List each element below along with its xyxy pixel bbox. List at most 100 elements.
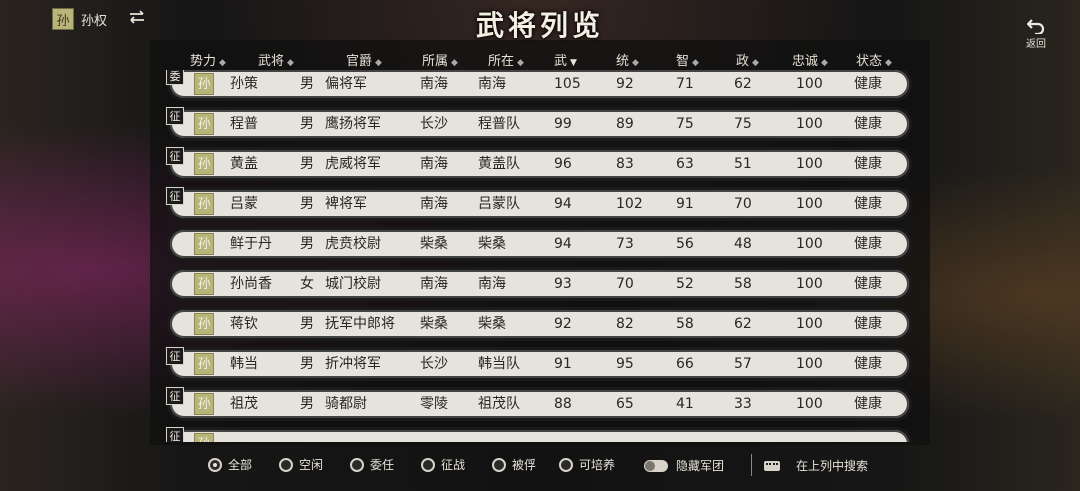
- table-row[interactable]: 孙蒋钦 男抚军中郎将 柴桑 柴桑 92 82 58 62 100 健康: [170, 310, 909, 338]
- col-tong[interactable]: 统 ◆: [616, 50, 639, 69]
- cell-belong: 长沙: [420, 116, 448, 132]
- cell-zheng: 57: [734, 356, 752, 372]
- hide-corps-toggle[interactable]: 隐藏军团: [644, 457, 724, 474]
- col-wu[interactable]: 武 ▼: [554, 50, 577, 69]
- cell-wu: 94: [554, 236, 572, 252]
- sort-icon: ◆: [821, 58, 828, 68]
- table-row[interactable]: 孙: [170, 430, 909, 442]
- toggle-switch-icon: [644, 459, 668, 472]
- col-name[interactable]: 武将 ◆: [258, 50, 294, 69]
- cell-wu: 92: [554, 316, 572, 332]
- cell-belong: 长沙: [420, 356, 448, 372]
- table-row[interactable]: 孙程普 男鹰扬将军 长沙 程普队 99 89 75 75 100 健康: [170, 110, 909, 138]
- row-tag-badge: 征: [166, 387, 184, 405]
- cell-loyalty: 100: [796, 196, 823, 212]
- table-header: 势力 ◆ 武将 ◆ 官爵 ◆ 所属 ◆ 所在 ◆ 武 ▼ 统 ◆ 智 ◆ 政 ◆ 忠诚 ◆ 状态 ◆: [170, 50, 910, 69]
- cell-wu: 105: [554, 76, 581, 92]
- faction-icon: 孙: [194, 153, 214, 175]
- cell-status: 健康: [854, 396, 882, 412]
- cell-zheng: 33: [734, 396, 752, 412]
- cell-name: 祖茂: [230, 396, 258, 412]
- sort-icon: ◆: [692, 58, 699, 68]
- cell-tong: 73: [616, 236, 634, 252]
- radio-icon: [421, 457, 435, 472]
- cell-loyalty: 100: [796, 116, 823, 132]
- filter-captured[interactable]: 被俘: [492, 456, 536, 473]
- cell-name: 韩当: [230, 356, 258, 372]
- table-row[interactable]: 孙韩当 男折冲将军 长沙 韩当队 91 95 66 57 100 健康: [170, 350, 909, 378]
- row-tag-badge: 委: [166, 70, 184, 85]
- cell-rank: 虎威将军: [325, 156, 381, 172]
- cell-wu: 93: [554, 276, 572, 292]
- filter-trainable[interactable]: 可培养: [559, 456, 615, 473]
- table-row[interactable]: 孙吕蒙 男裨将军 南海 吕蒙队 94 102 91 70 100 健康: [170, 190, 909, 218]
- row-tag-badge: 征: [166, 147, 184, 165]
- keyboard-icon: [764, 460, 780, 471]
- col-loyalty[interactable]: 忠诚 ◆: [792, 50, 828, 69]
- cell-status: 健康: [854, 236, 882, 252]
- top-bar: 孙 孙权 武将列览 返回: [0, 0, 1080, 50]
- sort-icon: ◆: [752, 58, 759, 68]
- filter-campaign[interactable]: 征战: [421, 456, 465, 473]
- cell-location: 程普队: [478, 116, 520, 132]
- cell-gender: 男: [300, 196, 314, 212]
- faction-icon: 孙: [194, 273, 214, 295]
- cell-zheng: 58: [734, 276, 752, 292]
- cell-gender: 男: [300, 76, 314, 92]
- cell-status: 健康: [854, 156, 882, 172]
- cell-location: 吕蒙队: [478, 196, 520, 212]
- table-row[interactable]: 孙孙策 男偏将军 南海 南海 105 92 71 62 100 健康: [170, 70, 909, 98]
- cell-location: 柴桑: [478, 236, 506, 252]
- back-button[interactable]: 返回: [1016, 18, 1056, 52]
- faction-icon: 孙: [194, 393, 214, 415]
- col-faction[interactable]: 势力 ◆: [190, 50, 226, 69]
- sort-icon: ◆: [632, 58, 639, 68]
- filter-appointed[interactable]: 委任: [350, 456, 394, 473]
- cell-location: 黄盖队: [478, 156, 520, 172]
- sort-icon: ◆: [375, 58, 382, 68]
- col-location[interactable]: 所在 ◆: [488, 50, 524, 69]
- sort-icon: ◆: [287, 58, 294, 68]
- col-zheng[interactable]: 政 ◆: [736, 50, 759, 69]
- row-tag-badge: 征: [166, 107, 184, 125]
- cell-name: 吕蒙: [230, 196, 258, 212]
- cell-zheng: 75: [734, 116, 752, 132]
- cell-wu: 96: [554, 156, 572, 172]
- cell-tong: 82: [616, 316, 634, 332]
- table-row[interactable]: 孙祖茂 男骑都尉 零陵 祖茂队 88 65 41 33 100 健康: [170, 390, 909, 418]
- table-row[interactable]: 孙黄盖 男虎威将军 南海 黄盖队 96 83 63 51 100 健康: [170, 150, 909, 178]
- swap-icon[interactable]: [128, 8, 146, 26]
- table-row[interactable]: 孙孙尚香 女城门校尉 南海 南海 93 70 52 58 100 健康: [170, 270, 909, 298]
- faction-icon: 孙: [194, 193, 214, 215]
- cell-name: 蒋钦: [230, 316, 258, 332]
- cell-tong: 70: [616, 276, 634, 292]
- table-row[interactable]: 孙鲜于丹 男虎贲校尉 柴桑 柴桑 94 73 56 48 100 健康: [170, 230, 909, 258]
- faction-name: 孙权: [81, 14, 108, 29]
- cell-name: 孙策: [230, 76, 258, 92]
- filter-all[interactable]: 全部: [208, 456, 252, 473]
- cell-belong: 零陵: [420, 396, 448, 412]
- search-button[interactable]: 在上列中搜索: [764, 457, 868, 474]
- cell-tong: 102: [616, 196, 643, 212]
- faction-icon: 孙: [194, 233, 214, 255]
- cell-status: 健康: [854, 116, 882, 132]
- radio-icon: [279, 457, 293, 472]
- cell-belong: 南海: [420, 76, 448, 92]
- faction-icon: 孙: [194, 313, 214, 335]
- cell-wu: 94: [554, 196, 572, 212]
- cell-zheng: 62: [734, 316, 752, 332]
- col-zhi[interactable]: 智 ◆: [676, 50, 699, 69]
- cell-rank: 裨将军: [325, 196, 367, 212]
- cell-rank: 虎贲校尉: [325, 236, 381, 252]
- cell-belong: 柴桑: [420, 316, 448, 332]
- cell-name: 程普: [230, 116, 258, 132]
- cell-zhi: 52: [676, 276, 694, 292]
- filter-idle[interactable]: 空闲: [279, 456, 323, 473]
- back-icon: [1027, 19, 1045, 34]
- cell-rank: 抚军中郎将: [325, 316, 395, 332]
- col-belong[interactable]: 所属 ◆: [422, 50, 458, 69]
- col-rank[interactable]: 官爵 ◆: [346, 50, 382, 69]
- cell-zhi: 58: [676, 316, 694, 332]
- col-status[interactable]: 状态 ◆: [856, 50, 892, 69]
- cell-zhi: 41: [676, 396, 694, 412]
